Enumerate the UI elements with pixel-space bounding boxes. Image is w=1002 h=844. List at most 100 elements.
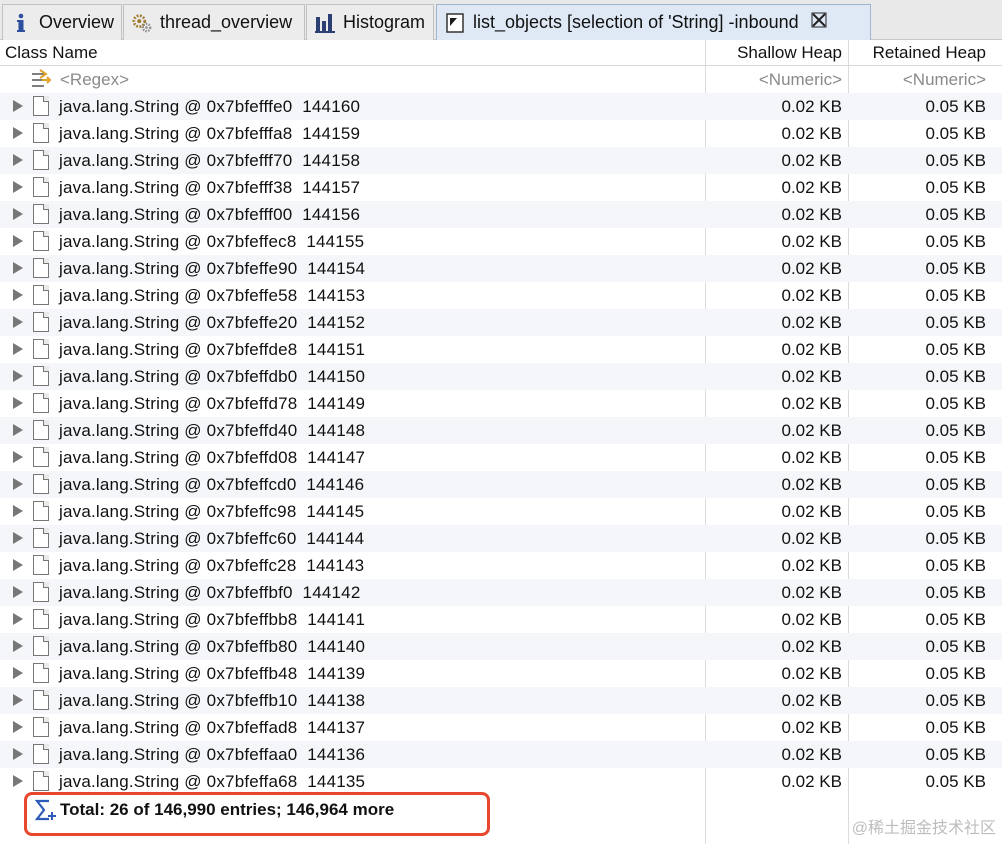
object-icon: [33, 447, 49, 467]
column-header-retained-heap[interactable]: Retained Heap: [873, 43, 986, 63]
expand-arrow-icon[interactable]: [13, 316, 23, 328]
object-icon: [33, 582, 49, 602]
object-icon: [33, 744, 49, 764]
object-label: java.lang.String @ 0x7bfefffa8 144159: [59, 124, 361, 143]
shallow-heap-value: 0.02 KB: [781, 394, 843, 413]
expand-arrow-icon[interactable]: [13, 370, 23, 382]
expand-arrow-icon[interactable]: [13, 613, 23, 625]
table-row[interactable]: java.lang.String @ 0x7bfefffe0 144160 0.0…: [0, 93, 1002, 120]
shallow-heap-value: 0.02 KB: [781, 529, 843, 548]
shallow-heap-value: 0.02 KB: [781, 151, 843, 170]
expand-arrow-icon[interactable]: [13, 478, 23, 490]
expand-arrow-icon[interactable]: [13, 181, 23, 193]
shallow-heap-value: 0.02 KB: [781, 583, 843, 602]
table-row[interactable]: java.lang.String @ 0x7bfeffe90 144154 0.0…: [0, 255, 1002, 282]
close-icon[interactable]: [811, 12, 827, 33]
table-row[interactable]: java.lang.String @ 0x7bfeffe58 144153 0.0…: [0, 282, 1002, 309]
expand-arrow-icon[interactable]: [13, 775, 23, 787]
table-row[interactable]: java.lang.String @ 0x7bfefff00 144156 0.0…: [0, 201, 1002, 228]
object-label: java.lang.String @ 0x7bfeffc60 144144: [59, 529, 365, 548]
shallow-heap-filter-input[interactable]: <Numeric>: [759, 70, 842, 90]
table-row[interactable]: java.lang.String @ 0x7bfefff70 144158 0.0…: [0, 147, 1002, 174]
object-label: java.lang.String @ 0x7bfeffad8 144137: [59, 718, 366, 737]
expand-arrow-icon[interactable]: [13, 397, 23, 409]
expand-arrow-icon[interactable]: [13, 748, 23, 760]
expand-arrow-icon[interactable]: [13, 586, 23, 598]
table-row[interactable]: java.lang.String @ 0x7bfeffad8 144137 0.0…: [0, 714, 1002, 741]
expand-arrow-icon[interactable]: [13, 289, 23, 301]
shallow-heap-value: 0.02 KB: [781, 124, 843, 143]
table-row[interactable]: java.lang.String @ 0x7bfeffde8 144151 0.0…: [0, 336, 1002, 363]
total-entries-text[interactable]: Total: 26 of 146,990 entries; 146,964 mo…: [60, 800, 394, 820]
expand-arrow-icon[interactable]: [13, 208, 23, 220]
table-row[interactable]: java.lang.String @ 0x7bfeffb48 144139 0.0…: [0, 660, 1002, 687]
object-icon: [33, 366, 49, 386]
expand-arrow-icon[interactable]: [13, 721, 23, 733]
table-header: Class Name Shallow Heap Retained Heap: [0, 40, 1002, 66]
retained-heap-value: 0.05 KB: [925, 583, 987, 602]
object-label: java.lang.String @ 0x7bfeffbf0 144142: [59, 583, 361, 602]
object-label: java.lang.String @ 0x7bfeffd08 144147: [59, 448, 366, 467]
table-row[interactable]: java.lang.String @ 0x7bfeffc60 144144 0.0…: [0, 525, 1002, 552]
expand-arrow-icon[interactable]: [13, 262, 23, 274]
shallow-heap-value: 0.02 KB: [781, 718, 843, 737]
object-label: java.lang.String @ 0x7bfeffdb0 144150: [59, 367, 366, 386]
retained-heap-filter-input[interactable]: <Numeric>: [903, 70, 986, 90]
table-row[interactable]: java.lang.String @ 0x7bfeffdb0 144150 0.0…: [0, 363, 1002, 390]
tab-list-objects[interactable]: list_objects [selection of 'String] -inb…: [436, 4, 871, 40]
table-row[interactable]: java.lang.String @ 0x7bfeffcd0 144146 0.0…: [0, 471, 1002, 498]
expand-arrow-icon[interactable]: [13, 559, 23, 571]
table-row[interactable]: java.lang.String @ 0x7bfeffd08 144147 0.0…: [0, 444, 1002, 471]
object-label: java.lang.String @ 0x7bfeffe20 144152: [59, 313, 366, 332]
tab-overview[interactable]: Overview: [2, 4, 122, 40]
table-row[interactable]: java.lang.String @ 0x7bfeffb80 144140 0.0…: [0, 633, 1002, 660]
object-icon: [33, 771, 49, 791]
table-row[interactable]: java.lang.String @ 0x7bfeffa68 144135 0.0…: [0, 768, 1002, 795]
table-row[interactable]: java.lang.String @ 0x7bfefff38 144157 0.0…: [0, 174, 1002, 201]
regex-filter-input[interactable]: <Regex>: [60, 70, 129, 90]
table-row[interactable]: java.lang.String @ 0x7bfeffc28 144143 0.0…: [0, 552, 1002, 579]
object-label: java.lang.String @ 0x7bfeffe58 144153: [59, 286, 366, 305]
retained-heap-value: 0.05 KB: [925, 448, 987, 467]
expand-arrow-icon[interactable]: [13, 154, 23, 166]
expand-arrow-icon[interactable]: [13, 667, 23, 679]
object-icon: [33, 636, 49, 656]
expand-arrow-icon[interactable]: [13, 640, 23, 652]
object-label: java.lang.String @ 0x7bfeffa68 144135: [59, 772, 366, 791]
expand-arrow-icon[interactable]: [13, 694, 23, 706]
table-row[interactable]: java.lang.String @ 0x7bfeffc98 144145 0.0…: [0, 498, 1002, 525]
table-row[interactable]: java.lang.String @ 0x7bfeffec8 144155 0.0…: [0, 228, 1002, 255]
retained-heap-value: 0.05 KB: [925, 664, 987, 683]
retained-heap-value: 0.05 KB: [925, 367, 987, 386]
table-row[interactable]: java.lang.String @ 0x7bfeffbb8 144141 0.0…: [0, 606, 1002, 633]
tab-thread-overview[interactable]: thread_overview: [123, 4, 305, 40]
object-icon: [33, 339, 49, 359]
expand-arrow-icon[interactable]: [13, 532, 23, 544]
expand-arrow-icon[interactable]: [13, 127, 23, 139]
object-icon: [33, 150, 49, 170]
table-row[interactable]: java.lang.String @ 0x7bfefffa8 144159 0.0…: [0, 120, 1002, 147]
object-label: java.lang.String @ 0x7bfefff38 144157: [59, 178, 361, 197]
object-label: java.lang.String @ 0x7bfeffd78 144149: [59, 394, 366, 413]
table-row[interactable]: java.lang.String @ 0x7bfeffd78 144149 0.0…: [0, 390, 1002, 417]
tab-histogram[interactable]: Histogram: [306, 4, 434, 40]
object-label: java.lang.String @ 0x7bfeffc98 144145: [59, 502, 365, 521]
object-label: java.lang.String @ 0x7bfeffbb8 144141: [59, 610, 366, 629]
table-row[interactable]: java.lang.String @ 0x7bfeffb10 144138 0.0…: [0, 687, 1002, 714]
column-header-shallow-heap[interactable]: Shallow Heap: [737, 43, 842, 63]
expand-arrow-icon[interactable]: [13, 451, 23, 463]
column-header-class-name[interactable]: Class Name: [5, 43, 98, 63]
expand-arrow-icon[interactable]: [13, 424, 23, 436]
filter-row: <Regex> <Numeric> <Numeric>: [0, 66, 1002, 93]
expand-arrow-icon[interactable]: [13, 100, 23, 112]
expand-arrow-icon[interactable]: [13, 505, 23, 517]
object-label: java.lang.String @ 0x7bfeffb80 144140: [59, 637, 366, 656]
expand-arrow-icon[interactable]: [13, 343, 23, 355]
table-row[interactable]: java.lang.String @ 0x7bfeffe20 144152 0.0…: [0, 309, 1002, 336]
table-row[interactable]: java.lang.String @ 0x7bfeffbf0 144142 0.0…: [0, 579, 1002, 606]
table-row[interactable]: java.lang.String @ 0x7bfeffaa0 144136 0.0…: [0, 741, 1002, 768]
expand-arrow-icon[interactable]: [13, 235, 23, 247]
object-table: <Regex> <Numeric> <Numeric> java.lang.St…: [0, 66, 1002, 825]
table-row[interactable]: java.lang.String @ 0x7bfeffd40 144148 0.0…: [0, 417, 1002, 444]
object-label: java.lang.String @ 0x7bfefffe0 144160: [59, 97, 361, 116]
